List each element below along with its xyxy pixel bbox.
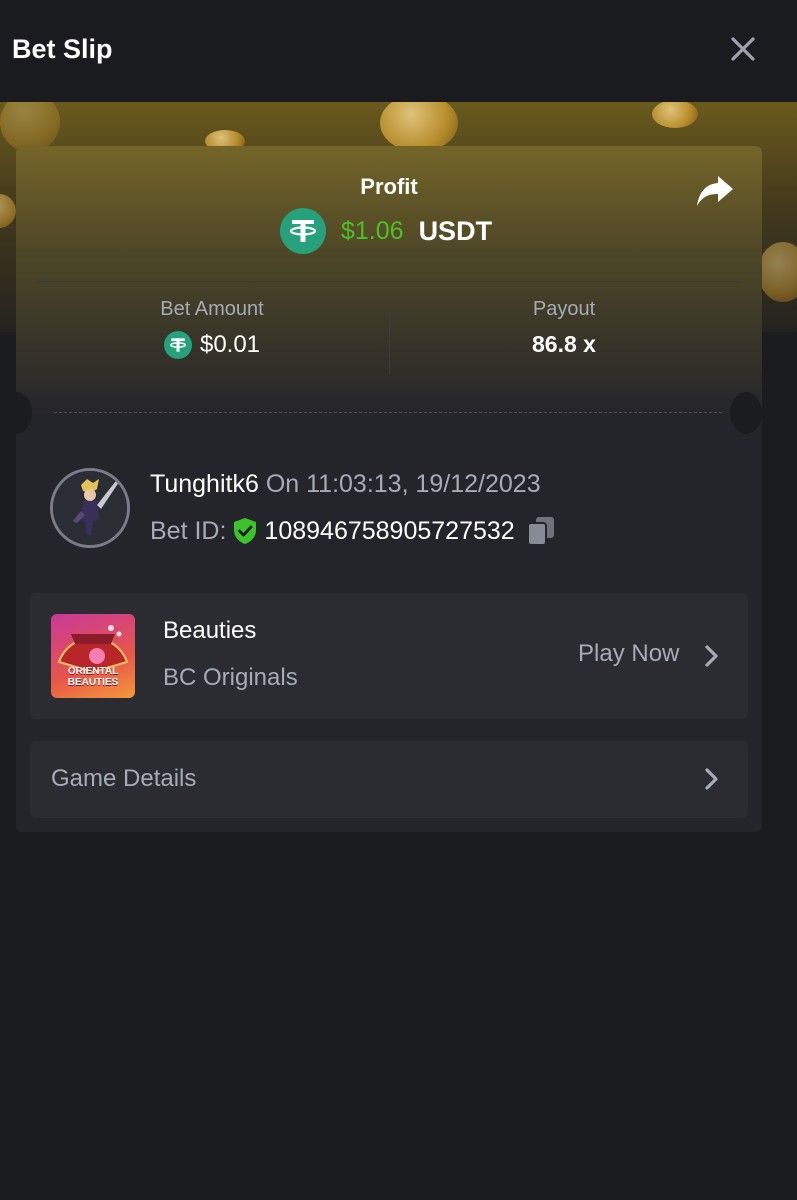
- bet-amount-row: $0.01: [96, 331, 328, 359]
- avatar[interactable]: [50, 468, 130, 548]
- payout-label: Payout: [532, 298, 596, 320]
- bet-amount-block: Bet Amount $0.01: [96, 298, 328, 359]
- copy-icon[interactable]: [526, 516, 555, 546]
- bet-id-label: Bet ID:: [150, 516, 227, 545]
- game-provider: BC Originals: [163, 664, 298, 691]
- user-line: Tunghitk6 On 11:03:13, 19/12/2023: [150, 470, 541, 499]
- play-now-button[interactable]: Play Now: [578, 640, 679, 668]
- game-thumbnail-text: ORIENTAL BEAUTIES: [67, 666, 119, 688]
- bet-date: On 11:03:13, 19/12/2023: [265, 470, 541, 498]
- username[interactable]: Tunghitk6: [150, 470, 259, 498]
- payout-value: 86.8 x: [532, 331, 596, 357]
- share-icon[interactable]: [696, 174, 734, 208]
- close-icon[interactable]: [728, 34, 758, 64]
- profit-value: $1.06: [341, 216, 404, 245]
- page-title: Bet Slip: [12, 34, 113, 64]
- chevron-right-icon[interactable]: [704, 644, 720, 668]
- game-details-row[interactable]: Game Details: [30, 741, 748, 818]
- game-row[interactable]: ORIENTAL BEAUTIES Beauties BC Originals …: [30, 593, 748, 719]
- profit-row: $1.06 USDT: [280, 208, 492, 254]
- divider: [37, 281, 741, 282]
- bet-id-line: Bet ID: 108946758905727532: [150, 516, 555, 546]
- profit-label: Profit: [360, 174, 418, 199]
- ticket-notch-right: [730, 392, 762, 434]
- game-thumbnail[interactable]: ORIENTAL BEAUTIES: [51, 614, 135, 698]
- bet-id-value: 108946758905727532: [264, 516, 515, 545]
- vertical-divider: [389, 304, 390, 374]
- bet-amount-label: Bet Amount: [160, 298, 264, 320]
- bet-card: Profit $1.06 USDT Bet Amount $0.01 Payou…: [16, 146, 762, 832]
- game-details-label: Game Details: [51, 765, 197, 792]
- profit-currency: USDT: [418, 215, 493, 246]
- bet-amount-value: $0.01: [199, 331, 261, 358]
- dashed-separator: [54, 412, 722, 413]
- payout-block: Payout 86.8 x: [456, 298, 672, 358]
- verified-shield-icon: [234, 518, 257, 544]
- header-bar: Bet Slip: [0, 0, 797, 102]
- tether-icon: [280, 208, 326, 254]
- avatar-figure-icon: [53, 471, 127, 545]
- chevron-right-icon[interactable]: [704, 767, 720, 791]
- game-name: Beauties: [163, 617, 257, 644]
- tether-icon: [163, 331, 192, 359]
